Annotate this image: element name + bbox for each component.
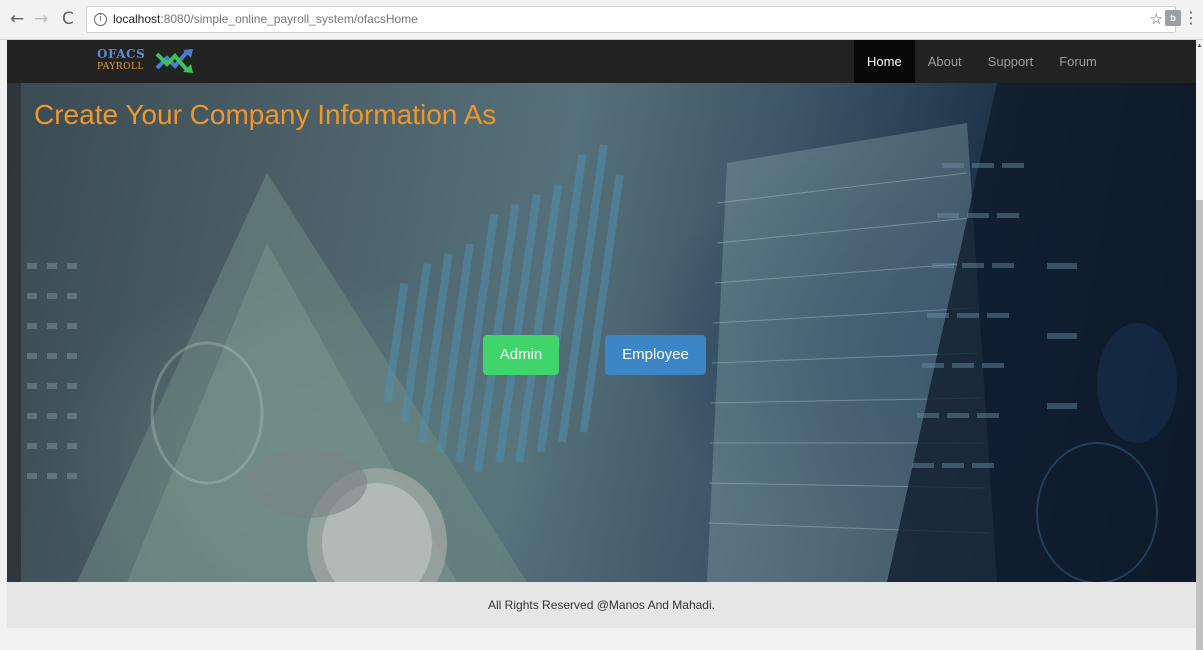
info-icon[interactable]: i [94, 13, 107, 26]
hero-background-image [7, 83, 1196, 582]
nav-link-about[interactable]: About [915, 40, 975, 83]
scroll-thumb[interactable] [1196, 200, 1203, 650]
footer-copyright: All Rights Reserved @Manos And Mahadi. [488, 598, 715, 612]
bookmark-star-icon[interactable]: ☆ [1150, 10, 1163, 28]
page-scrollbar[interactable]: ▲ [1196, 40, 1203, 650]
scroll-up-icon[interactable]: ▲ [1196, 42, 1203, 50]
nav-link-forum[interactable]: Forum [1046, 40, 1110, 83]
page-viewport: OFACS PAYROLL Home About Support Forum C… [7, 40, 1196, 628]
back-arrow-icon[interactable]: ← [10, 9, 24, 29]
brand-logo[interactable]: OFACS PAYROLL [97, 46, 207, 78]
nav-links: Home About Support Forum [854, 40, 1110, 83]
employee-button[interactable]: Employee [605, 335, 706, 375]
navbar: OFACS PAYROLL Home About Support Forum [7, 40, 1196, 83]
hero-section: Create Your Company Information As Admin… [7, 83, 1196, 582]
brand-name: OFACS [97, 47, 146, 61]
url-path: :8080/simple_online_payroll_system/ofacs… [160, 12, 418, 26]
browser-menu-icon[interactable]: ⋮ [1183, 9, 1199, 27]
url-host: localhost [113, 12, 161, 26]
nav-link-home[interactable]: Home [854, 40, 915, 83]
chart-arrows-icon [155, 49, 195, 74]
admin-button[interactable]: Admin [483, 335, 559, 375]
hero-title: Create Your Company Information As [34, 99, 497, 130]
footer: All Rights Reserved @Manos And Mahadi. [7, 582, 1196, 628]
browser-toolbar: ← → C i localhost:8080/simple_online_pay… [0, 0, 1203, 40]
address-bar[interactable]: i localhost:8080/simple_online_payroll_s… [86, 6, 1176, 33]
brand-subtitle: PAYROLL [97, 62, 144, 72]
nav-link-support[interactable]: Support [975, 40, 1047, 83]
forward-arrow-icon[interactable]: → [34, 9, 48, 29]
extension-icon[interactable]: b [1165, 10, 1181, 26]
reload-icon[interactable]: C [62, 9, 74, 29]
